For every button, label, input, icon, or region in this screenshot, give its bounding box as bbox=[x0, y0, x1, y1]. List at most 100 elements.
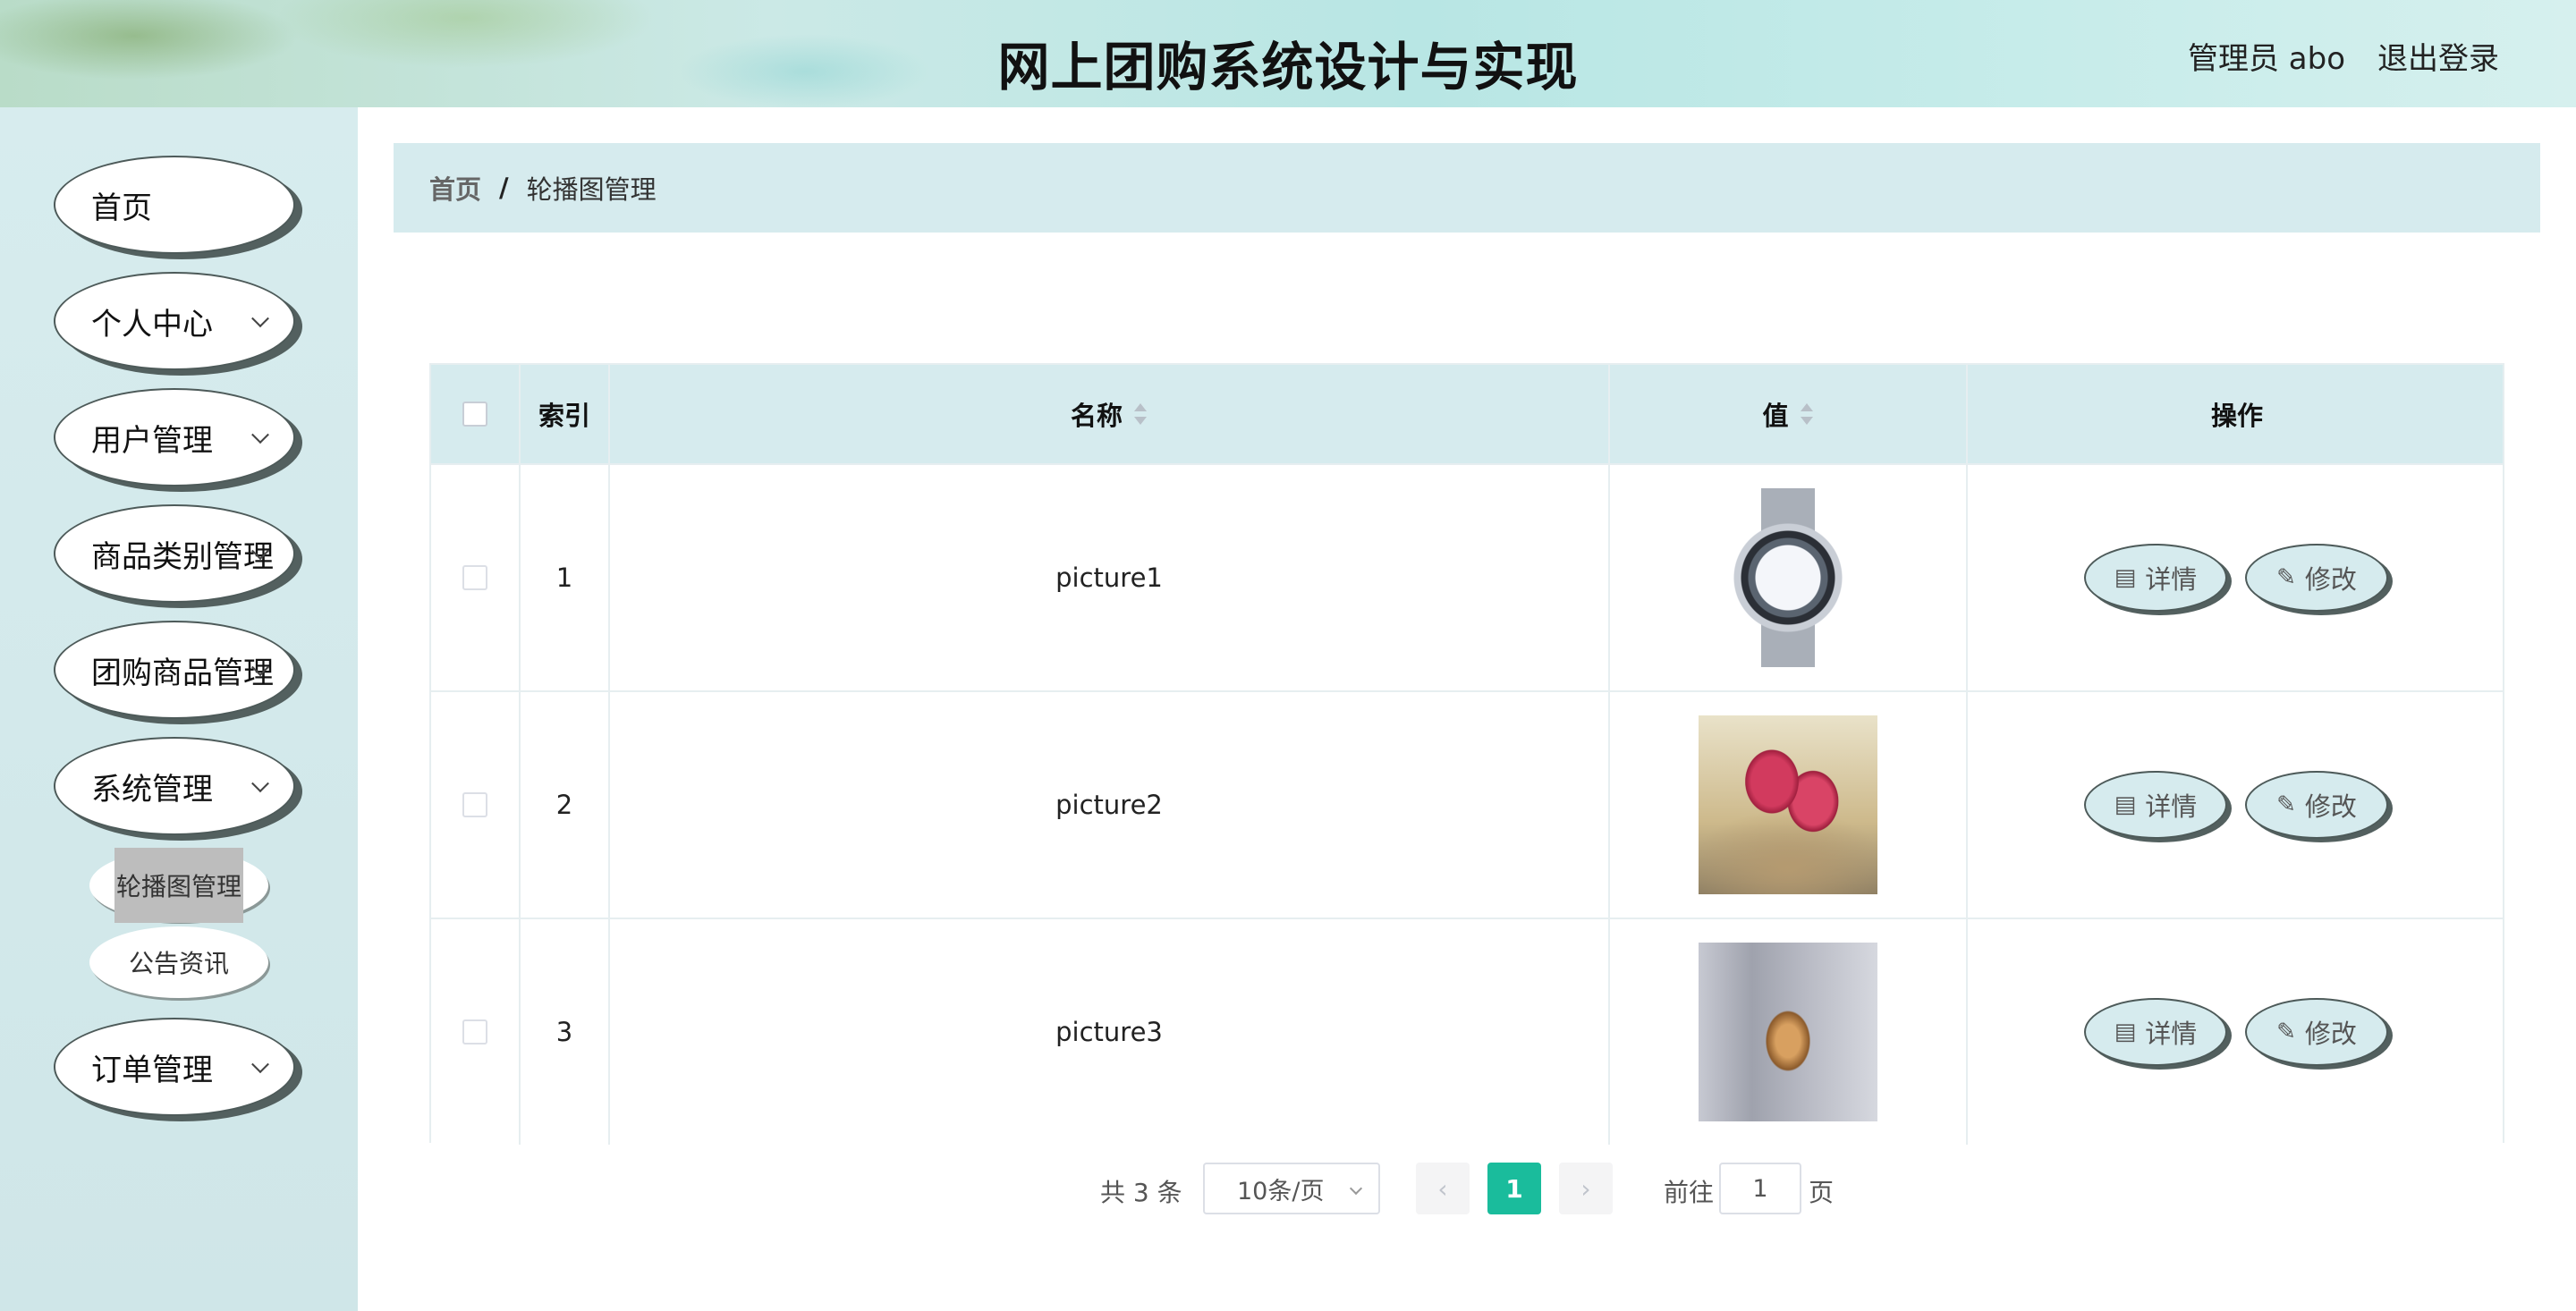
pink-roses-image[interactable] bbox=[1699, 715, 1877, 894]
chevron-right-icon: › bbox=[1580, 1173, 1591, 1204]
detail-button[interactable]: ▤ 详情 bbox=[2084, 771, 2227, 839]
pencil-icon: ✎ bbox=[2276, 791, 2296, 818]
pencil-icon: ✎ bbox=[2276, 564, 2296, 591]
sidebar-item-system-management[interactable]: 系统管理 bbox=[54, 737, 295, 835]
sidebar-item-category-management[interactable]: 商品类别管理 bbox=[54, 504, 295, 603]
carousel-table: 索引 名称 值 操作 1 picture1 ▤ 详情 ✎ 修改 2 pictur… bbox=[429, 363, 2504, 1145]
sidebar-item-label: 用户管理 bbox=[91, 422, 213, 459]
row-actions-cell: ▤ 详情 ✎ 修改 bbox=[1968, 919, 2506, 1145]
row-index-cell: 3 bbox=[521, 919, 610, 1145]
sidebar-item-label: 首页 bbox=[91, 190, 152, 226]
chevron-down-icon bbox=[251, 1055, 269, 1074]
page-size-value: 10条/页 bbox=[1237, 1177, 1325, 1205]
document-icon: ▤ bbox=[2114, 791, 2137, 818]
edit-button[interactable]: ✎ 修改 bbox=[2245, 544, 2388, 612]
sidebar-item-label: 团购商品管理 bbox=[91, 655, 274, 691]
document-icon: ▤ bbox=[2114, 1019, 2137, 1045]
sidebar-item-label: 订单管理 bbox=[91, 1052, 213, 1088]
sidebar-subitem-announcements[interactable]: 公告资讯 bbox=[89, 926, 268, 998]
goto-page-input[interactable] bbox=[1719, 1163, 1801, 1214]
row-name-cell: picture3 bbox=[610, 919, 1610, 1145]
row-index: 3 bbox=[555, 1017, 573, 1047]
top-header: 网上团购系统设计与实现 管理员 abo 退出登录 bbox=[0, 0, 2576, 107]
row-index-cell: 2 bbox=[521, 692, 610, 918]
next-page-button[interactable]: › bbox=[1559, 1163, 1613, 1214]
page-size-select[interactable]: 10条/页 bbox=[1203, 1163, 1380, 1214]
current-user-label: 管理员 abo bbox=[2188, 41, 2346, 77]
sidebar-subitem-label: 轮播图管理 bbox=[114, 848, 243, 923]
sidebar-item-home[interactable]: 首页 bbox=[54, 156, 295, 254]
table-row: 3 picture3 ▤ 详情 ✎ 修改 bbox=[431, 918, 2503, 1145]
column-header-actions: 操作 bbox=[2210, 401, 2263, 431]
wristwatch-image[interactable] bbox=[1699, 488, 1877, 667]
pencil-icon: ✎ bbox=[2276, 1019, 2296, 1045]
row-name: picture2 bbox=[1055, 790, 1163, 820]
row-check-cell bbox=[431, 465, 521, 690]
sidebar: 首页 个人中心 用户管理 商品类别管理 团购商品管理 系统管理 轮播图管理 公告… bbox=[0, 107, 358, 1311]
sidebar-item-label: 系统管理 bbox=[91, 771, 213, 808]
row-actions-cell: ▤ 详情 ✎ 修改 bbox=[1968, 692, 2506, 918]
pagination: 共 3 条 10条/页 ‹ 1 › 前往 页 bbox=[0, 1163, 2576, 1216]
column-header-name: 名称 bbox=[1070, 401, 1123, 431]
sidebar-item-personal-center[interactable]: 个人中心 bbox=[54, 272, 295, 370]
goto-label: 前往 bbox=[1664, 1178, 1715, 1207]
row-index: 2 bbox=[555, 790, 573, 820]
edit-button-label: 修改 bbox=[2304, 564, 2357, 595]
sidebar-item-order-management[interactable]: 订单管理 bbox=[54, 1018, 295, 1116]
row-index: 1 bbox=[555, 562, 573, 593]
pagination-total: 共 3 条 bbox=[1100, 1178, 1182, 1207]
row-name: picture3 bbox=[1055, 1017, 1163, 1047]
select-all-checkbox[interactable] bbox=[462, 402, 487, 427]
row-check-cell bbox=[431, 692, 521, 918]
row-name-cell: picture1 bbox=[610, 465, 1610, 690]
breadcrumb-home-link[interactable]: 首页 bbox=[429, 169, 481, 207]
table-row: 1 picture1 ▤ 详情 ✎ 修改 bbox=[431, 463, 2503, 690]
breadcrumb: 首页 / 轮播图管理 bbox=[394, 143, 2540, 233]
row-value-cell bbox=[1610, 919, 1968, 1145]
column-header-value: 值 bbox=[1762, 401, 1789, 431]
row-value-cell bbox=[1610, 465, 1968, 690]
header-value-cell[interactable]: 值 bbox=[1610, 365, 1968, 463]
row-checkbox[interactable] bbox=[462, 565, 487, 590]
sort-icon[interactable] bbox=[1133, 402, 1148, 426]
prev-page-button[interactable]: ‹ bbox=[1416, 1163, 1470, 1214]
edit-button-label: 修改 bbox=[2304, 1019, 2357, 1049]
sidebar-item-user-management[interactable]: 用户管理 bbox=[54, 388, 295, 486]
sidebar-item-label: 个人中心 bbox=[91, 306, 213, 343]
header-check-cell bbox=[431, 365, 521, 463]
sidebar-item-label: 商品类别管理 bbox=[91, 538, 274, 575]
header-actions-cell: 操作 bbox=[1968, 365, 2506, 463]
page-number-current[interactable]: 1 bbox=[1487, 1163, 1541, 1214]
table-row: 2 picture2 ▤ 详情 ✎ 修改 bbox=[431, 690, 2503, 918]
sidebar-item-group-product-management[interactable]: 团购商品管理 bbox=[54, 621, 295, 719]
chevron-down-icon bbox=[251, 309, 269, 328]
row-name: picture1 bbox=[1055, 562, 1163, 593]
detail-button[interactable]: ▤ 详情 bbox=[2084, 998, 2227, 1066]
sort-icon[interactable] bbox=[1800, 402, 1814, 426]
breadcrumb-current: 轮播图管理 bbox=[526, 174, 657, 205]
row-checkbox[interactable] bbox=[462, 1019, 487, 1045]
header-index-cell: 索引 bbox=[521, 365, 610, 463]
document-icon: ▤ bbox=[2114, 564, 2137, 591]
detail-button-label: 详情 bbox=[2145, 1019, 2198, 1049]
sidebar-subitem-label: 公告资讯 bbox=[128, 949, 229, 978]
sidebar-subitem-carousel-management[interactable]: 轮播图管理 bbox=[89, 848, 268, 923]
chevron-down-icon bbox=[251, 774, 269, 793]
edit-button[interactable]: ✎ 修改 bbox=[2245, 771, 2388, 839]
chevron-left-icon: ‹ bbox=[1437, 1173, 1448, 1204]
detail-button[interactable]: ▤ 详情 bbox=[2084, 544, 2227, 612]
row-index-cell: 1 bbox=[521, 465, 610, 690]
header-name-cell[interactable]: 名称 bbox=[610, 365, 1610, 463]
table-header-row: 索引 名称 值 操作 bbox=[431, 365, 2503, 463]
row-name-cell: picture2 bbox=[610, 692, 1610, 918]
edit-button[interactable]: ✎ 修改 bbox=[2245, 998, 2388, 1066]
row-value-cell bbox=[1610, 692, 1968, 918]
row-checkbox[interactable] bbox=[462, 792, 487, 817]
heart-pendant-image[interactable] bbox=[1699, 943, 1877, 1121]
row-check-cell bbox=[431, 919, 521, 1145]
logout-link[interactable]: 退出登录 bbox=[2377, 34, 2499, 78]
page-suffix-label: 页 bbox=[1809, 1178, 1835, 1207]
column-header-index: 索引 bbox=[538, 401, 590, 431]
row-actions-cell: ▤ 详情 ✎ 修改 bbox=[1968, 465, 2506, 690]
chevron-down-icon bbox=[251, 426, 269, 444]
